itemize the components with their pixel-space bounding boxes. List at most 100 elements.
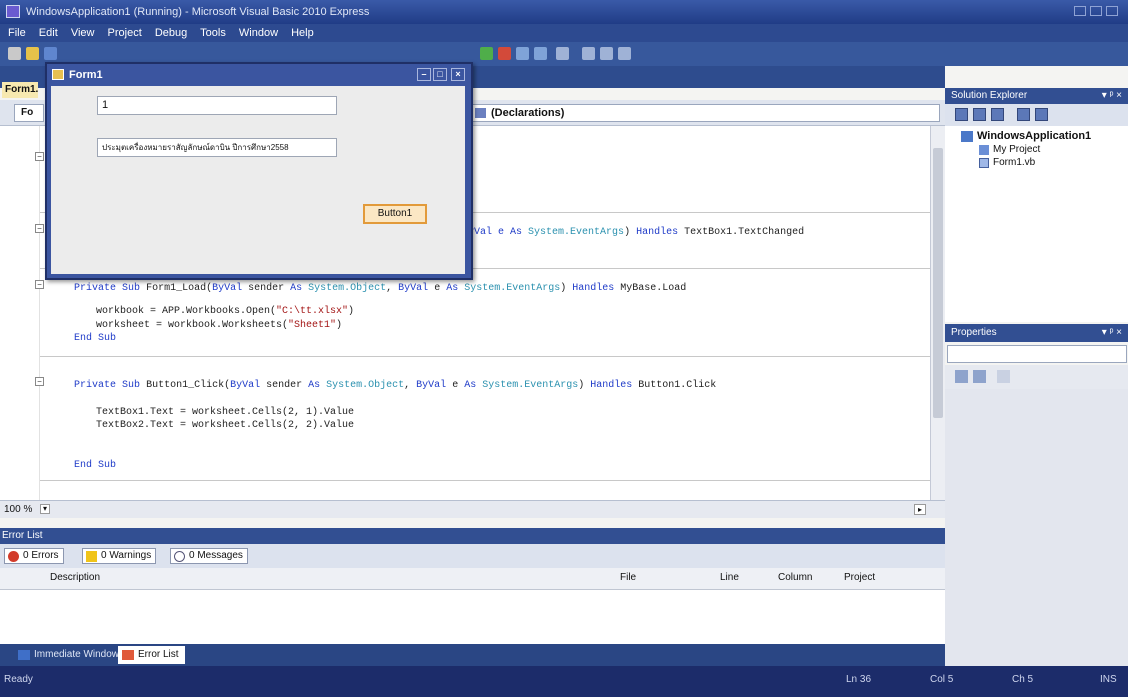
button1[interactable]: Button1 bbox=[363, 204, 427, 224]
form1-close-icon[interactable]: × bbox=[451, 68, 465, 81]
new-project-icon[interactable] bbox=[8, 47, 21, 60]
alphabetical-icon[interactable] bbox=[973, 370, 986, 383]
pane-pin-close-icons[interactable]: ▾ ᵖ × bbox=[1102, 324, 1122, 342]
window-title: WindowsApplication1 (Running) - Microsof… bbox=[26, 6, 370, 18]
tree-item-form1[interactable]: Form1.vb bbox=[979, 157, 1035, 168]
error-list-title: Error List bbox=[0, 528, 945, 544]
status-char: Ch 5 bbox=[1012, 674, 1034, 685]
show-all-files-icon[interactable] bbox=[973, 108, 986, 121]
solution-explorer-title: Solution Explorer ▾ ᵖ × bbox=[945, 88, 1128, 104]
open-icon[interactable] bbox=[26, 47, 39, 60]
code-line-form-load: Private Sub Form1_Load(ByVal sender As S… bbox=[74, 283, 687, 294]
tab-form1-vb[interactable]: Form1. bbox=[2, 82, 38, 98]
code-line-end-sub: End Sub bbox=[74, 333, 117, 344]
code-line-button-click: Private Sub Button1_Click(ByVal sender A… bbox=[74, 380, 717, 391]
zoom-bar: 100 % ▾ ▸ bbox=[0, 500, 945, 518]
column-description[interactable]: Description bbox=[50, 568, 100, 588]
warnings-filter-button[interactable]: 0 Warnings bbox=[82, 548, 157, 564]
find-icon[interactable] bbox=[582, 47, 595, 60]
menu-bar: File Edit View Project Debug Tools Windo… bbox=[0, 24, 1128, 42]
stop-debug-icon[interactable] bbox=[498, 47, 511, 60]
solution-explorer-icon[interactable] bbox=[600, 47, 613, 60]
menu-tools[interactable]: Tools bbox=[200, 27, 226, 39]
menu-file[interactable]: File bbox=[8, 27, 26, 39]
method-separator bbox=[40, 356, 930, 357]
status-insert-mode: INS bbox=[1100, 674, 1117, 685]
maximize-icon[interactable] bbox=[1090, 6, 1102, 16]
status-line: Ln 36 bbox=[846, 674, 872, 685]
tab-error-list[interactable]: Error List bbox=[118, 646, 185, 664]
my-project-icon bbox=[979, 145, 989, 155]
form1-minimize-icon[interactable]: – bbox=[417, 68, 431, 81]
status-bar: Ready Ln 36 Col 5 Ch 5 INS bbox=[0, 666, 1128, 697]
form1-maximize-icon[interactable]: □ bbox=[433, 68, 447, 81]
tab-immediate-window[interactable]: Immediate Window bbox=[18, 648, 119, 662]
save-icon[interactable] bbox=[44, 47, 57, 60]
class-name-combo[interactable]: Fo bbox=[14, 104, 44, 122]
properties-object-combo[interactable] bbox=[947, 345, 1127, 363]
editor-margin bbox=[0, 126, 40, 500]
view-designer-icon[interactable] bbox=[1035, 108, 1048, 121]
tree-item-my-project[interactable]: My Project bbox=[979, 144, 1040, 155]
properties-icon[interactable] bbox=[618, 47, 631, 60]
warning-icon bbox=[86, 551, 97, 562]
scrollbar-thumb[interactable] bbox=[933, 148, 943, 418]
menu-edit[interactable]: Edit bbox=[39, 27, 58, 39]
start-debug-icon[interactable] bbox=[480, 47, 493, 60]
code-line-textbox1-assign: TextBox1.Text = worksheet.Cells(2, 1).Va… bbox=[96, 407, 355, 418]
properties-toolbar bbox=[945, 365, 1128, 389]
menu-help[interactable]: Help bbox=[291, 27, 314, 39]
scroll-right-icon[interactable]: ▸ bbox=[914, 504, 926, 515]
properties-title: Properties ▾ ᵖ × bbox=[945, 324, 1128, 342]
visual-studio-app-icon bbox=[6, 5, 20, 18]
column-project[interactable]: Project bbox=[844, 568, 875, 588]
step-over-icon[interactable] bbox=[534, 47, 547, 60]
outline-collapse-icon[interactable]: − bbox=[35, 224, 44, 233]
editor-vertical-scrollbar[interactable] bbox=[930, 126, 945, 500]
textbox2[interactable]: ประมุตเครื่องหมายราสัญลักษณ์ดาบิน ปีการศ… bbox=[97, 138, 337, 157]
window-title-bar: WindowsApplication1 (Running) - Microsof… bbox=[0, 0, 1128, 24]
step-into-icon[interactable] bbox=[516, 47, 529, 60]
pane-pin-close-icons[interactable]: ▾ ᵖ × bbox=[1102, 88, 1122, 104]
code-line-textbox2-assign: TextBox2.Text = worksheet.Cells(2, 2).Va… bbox=[96, 420, 355, 431]
form-icon bbox=[52, 69, 64, 80]
status-column: Col 5 bbox=[930, 674, 954, 685]
menu-project[interactable]: Project bbox=[108, 27, 142, 39]
textbox1[interactable]: 1 bbox=[97, 96, 337, 115]
outline-collapse-icon[interactable]: − bbox=[35, 280, 44, 289]
zoom-dropdown-icon[interactable]: ▾ bbox=[40, 504, 50, 514]
form1-title: Form1 bbox=[69, 69, 103, 81]
messages-filter-button[interactable]: 0 Messages bbox=[170, 548, 248, 564]
error-list-filters: 0 Errors 0 Warnings 0 Messages bbox=[0, 544, 945, 568]
comment-icon[interactable] bbox=[556, 47, 569, 60]
error-list-header: Description File Line Column Project bbox=[0, 568, 945, 590]
menu-debug[interactable]: Debug bbox=[155, 27, 187, 39]
property-pages-icon[interactable] bbox=[997, 370, 1010, 383]
refresh-icon[interactable] bbox=[991, 108, 1004, 121]
properties-icon[interactable] bbox=[955, 108, 968, 121]
column-column[interactable]: Column bbox=[778, 568, 812, 588]
code-line-textchanged: yVal e As System.EventArgs) Handles Text… bbox=[468, 227, 805, 238]
zoom-level[interactable]: 100 % bbox=[4, 504, 32, 515]
column-file[interactable]: File bbox=[620, 568, 636, 588]
form1-window[interactable]: Form1 – □ × 1 ประมุตเครื่องหมายราสัญลักษ… bbox=[45, 62, 473, 280]
categorized-icon[interactable] bbox=[955, 370, 968, 383]
errors-filter-button[interactable]: 0 Errors bbox=[4, 548, 64, 564]
menu-view[interactable]: View bbox=[71, 27, 95, 39]
view-code-icon[interactable] bbox=[1017, 108, 1030, 121]
tree-item-project[interactable]: WindowsApplication1 bbox=[961, 130, 1091, 142]
info-icon bbox=[174, 551, 185, 562]
menu-window[interactable]: Window bbox=[239, 27, 278, 39]
outline-collapse-icon[interactable]: − bbox=[35, 152, 44, 161]
form1-title-bar[interactable]: Form1 – □ × bbox=[47, 64, 471, 86]
column-line[interactable]: Line bbox=[720, 568, 739, 588]
minimize-icon[interactable] bbox=[1074, 6, 1086, 16]
close-icon[interactable] bbox=[1106, 6, 1118, 16]
immediate-window-icon bbox=[18, 650, 30, 660]
method-separator bbox=[40, 480, 930, 481]
method-name-value: (Declarations) bbox=[491, 107, 565, 119]
error-list-body bbox=[0, 590, 945, 644]
error-list-icon bbox=[122, 650, 134, 660]
outline-collapse-icon[interactable]: − bbox=[35, 377, 44, 386]
method-name-combo[interactable]: (Declarations) bbox=[470, 104, 940, 122]
